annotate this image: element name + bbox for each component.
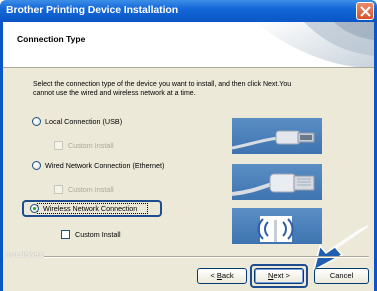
radio-local-usb[interactable]: Local Connection (USB): [32, 117, 122, 126]
checkbox-custom-install-ethernet[interactable]: Custom Install: [54, 185, 114, 194]
next-button[interactable]: Next >: [254, 268, 304, 284]
radio-button[interactable]: [32, 161, 41, 170]
usb-illustration: [231, 118, 322, 154]
checkbox[interactable]: [54, 185, 63, 194]
back-button[interactable]: < Back: [197, 268, 247, 284]
page-title: Connection Type: [17, 34, 86, 44]
close-button[interactable]: [356, 2, 374, 20]
checkbox[interactable]: [54, 141, 63, 150]
checkbox[interactable]: [61, 230, 70, 239]
close-icon: [360, 6, 371, 17]
cancel-button[interactable]: Cancel: [314, 268, 369, 284]
radio-wired-ethernet[interactable]: Wired Network Connection (Ethernet): [32, 161, 164, 170]
footer-separator: [44, 256, 369, 258]
ethernet-illustration: [231, 164, 322, 200]
checkbox-custom-install-usb[interactable]: Custom Install: [54, 141, 114, 150]
header-graphic: [254, 22, 374, 67]
instruction-text: Select the connection type of the device…: [33, 81, 292, 97]
radio-wireless-network[interactable]: Wireless Network Connection: [30, 204, 137, 213]
wizard-header: Connection Type: [3, 22, 374, 68]
usb-cable-icon: [231, 130, 315, 150]
checkbox-label: Custom Install: [75, 230, 121, 239]
radio-label: Local Connection (USB): [45, 117, 123, 126]
checkbox-label: Custom Install: [68, 141, 114, 150]
radio-label: Wireless Network Connection: [43, 204, 138, 213]
checkbox-label: Custom Install: [68, 185, 114, 194]
window-title: Brother Printing Device Installation: [6, 4, 179, 16]
installshield-brand: InstallShield: [6, 252, 44, 259]
checkbox-custom-install-wireless[interactable]: Custom Install: [61, 230, 121, 239]
pointer-arrow-icon: [312, 225, 369, 272]
radio-button[interactable]: [32, 117, 41, 126]
radio-label: Wired Network Connection (Ethernet): [45, 161, 165, 170]
ethernet-cable-icon: [231, 173, 315, 196]
title-bar: Brother Printing Device Installation: [0, 0, 377, 22]
radio-button[interactable]: [30, 204, 39, 213]
